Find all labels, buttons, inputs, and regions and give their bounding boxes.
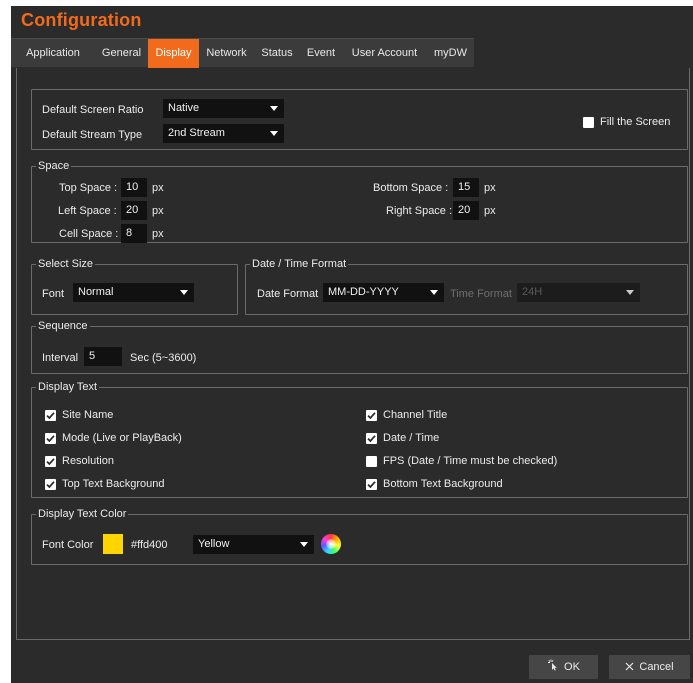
ok-label: OK bbox=[564, 661, 580, 673]
display-text-checkbox[interactable] bbox=[366, 479, 377, 490]
stream-type-value: 2nd Stream bbox=[168, 127, 225, 139]
screen-ratio-value: Native bbox=[168, 102, 200, 114]
date-format-select[interactable]: MM-DD-YYYY bbox=[323, 283, 444, 302]
display-text-color-group: Display Text Color Font Color #ffd400 Ye… bbox=[31, 507, 688, 565]
display-text-option-label: FPS (Date / Time must be checked) bbox=[383, 455, 558, 467]
stream-type-select[interactable]: 2nd Stream bbox=[163, 124, 284, 143]
time-format-value: 24H bbox=[522, 286, 543, 298]
font-color-hex: #ffd400 bbox=[131, 539, 168, 551]
display-text-checkbox[interactable] bbox=[45, 456, 56, 467]
screen-ratio-select[interactable]: Native bbox=[163, 99, 284, 118]
tab-application[interactable]: Application bbox=[11, 39, 95, 68]
display-text-title: Display Text bbox=[36, 380, 100, 394]
cancel-label: Cancel bbox=[639, 661, 674, 673]
tab-network[interactable]: Network bbox=[199, 39, 254, 68]
bottom-space-unit: px bbox=[484, 182, 496, 194]
screen-settings-group: Default Screen Ratio Native Default Stre… bbox=[31, 89, 688, 150]
right-space-unit: px bbox=[484, 205, 496, 217]
right-space-label: Right Space : bbox=[386, 205, 453, 217]
chevron-down-icon bbox=[430, 290, 438, 295]
chevron-down-icon bbox=[270, 131, 278, 136]
display-text-option-label: Resolution bbox=[62, 455, 114, 467]
chevron-down-icon bbox=[180, 290, 188, 295]
date-time-format-title: Date / Time Format bbox=[250, 257, 349, 271]
display-text-checkbox[interactable] bbox=[366, 433, 377, 444]
font-color-label: Font Color bbox=[42, 539, 94, 551]
screen-ratio-label: Default Screen Ratio bbox=[42, 104, 144, 116]
font-color-select[interactable]: Yellow bbox=[193, 535, 314, 554]
left-space-input[interactable]: 20 bbox=[121, 201, 147, 220]
date-format-value: MM-DD-YYYY bbox=[328, 286, 399, 298]
time-format-label: Time Format bbox=[450, 288, 512, 300]
tab-bar: Application General Display Network Stat… bbox=[11, 38, 474, 68]
interval-input[interactable]: 5 bbox=[84, 347, 122, 366]
cell-space-unit: px bbox=[152, 228, 164, 240]
display-text-checkbox[interactable] bbox=[366, 456, 377, 467]
left-space-label: Left Space : bbox=[58, 205, 117, 217]
chevron-down-icon bbox=[300, 542, 308, 547]
tab-event[interactable]: Event bbox=[300, 39, 342, 68]
space-group: Space Top Space : 10 px Left Space : 20 … bbox=[31, 159, 688, 243]
interval-label: Interval bbox=[42, 352, 79, 364]
configuration-window: Configuration Application General Displa… bbox=[11, 6, 693, 683]
tab-mydw[interactable]: myDW bbox=[427, 39, 474, 68]
tab-user-account[interactable]: User Account bbox=[342, 39, 427, 68]
cell-space-label: Cell Space : bbox=[59, 228, 119, 240]
tab-general[interactable]: General bbox=[95, 39, 148, 68]
bottom-space-label: Bottom Space : bbox=[373, 182, 449, 194]
bottom-space-input[interactable]: 15 bbox=[453, 178, 479, 197]
fill-screen-label: Fill the Screen bbox=[600, 116, 671, 128]
display-text-checkbox[interactable] bbox=[45, 479, 56, 490]
close-icon bbox=[625, 656, 634, 680]
select-size-title: Select Size bbox=[36, 257, 96, 271]
display-text-checkbox[interactable] bbox=[45, 410, 56, 421]
right-space-input[interactable]: 20 bbox=[453, 201, 479, 220]
date-format-label: Date Format bbox=[257, 288, 319, 300]
font-color-swatch[interactable] bbox=[103, 534, 123, 554]
font-size-select[interactable]: Normal bbox=[73, 283, 194, 302]
interval-unit: Sec (5~3600) bbox=[130, 352, 197, 364]
select-size-group: Select Size Font Normal bbox=[31, 257, 238, 315]
date-time-format-group: Date / Time Format Date Format MM-DD-YYY… bbox=[245, 257, 688, 315]
time-format-select: 24H bbox=[517, 283, 640, 302]
display-settings-panel: Default Screen Ratio Native Default Stre… bbox=[16, 68, 690, 640]
display-text-option-label: Site Name bbox=[62, 409, 114, 421]
display-text-checkbox[interactable] bbox=[45, 433, 56, 444]
top-space-unit: px bbox=[152, 182, 164, 194]
cell-space-input[interactable]: 8 bbox=[121, 224, 147, 243]
stream-type-label: Default Stream Type bbox=[42, 129, 143, 141]
display-text-color-title: Display Text Color bbox=[36, 507, 129, 521]
left-space-unit: px bbox=[152, 205, 164, 217]
top-space-input[interactable]: 10 bbox=[121, 178, 147, 197]
display-text-option-label: Mode (Live or PlayBack) bbox=[62, 432, 182, 444]
space-group-title: Space bbox=[36, 159, 72, 173]
display-text-option-label: Date / Time bbox=[383, 432, 440, 444]
display-text-option-label: Channel Title bbox=[383, 409, 448, 421]
cancel-button[interactable]: Cancel bbox=[609, 655, 690, 679]
display-text-option-label: Bottom Text Background bbox=[383, 478, 503, 490]
pointer-click-icon bbox=[547, 656, 559, 680]
display-text-option-label: Top Text Background bbox=[62, 478, 165, 490]
tab-status[interactable]: Status bbox=[254, 39, 300, 68]
chevron-down-icon bbox=[270, 106, 278, 111]
top-space-label: Top Space : bbox=[59, 182, 118, 194]
window-title: Configuration bbox=[21, 10, 142, 30]
display-text-group: Display Text Site Name Mode (Live or Play… bbox=[31, 380, 688, 498]
tab-display[interactable]: Display bbox=[148, 39, 199, 68]
color-wheel-icon[interactable] bbox=[321, 534, 341, 554]
font-size-value: Normal bbox=[78, 286, 114, 298]
display-text-checkbox[interactable] bbox=[366, 410, 377, 421]
font-size-label: Font bbox=[42, 288, 65, 300]
font-color-value: Yellow bbox=[198, 538, 230, 550]
ok-button[interactable]: OK bbox=[529, 655, 598, 679]
sequence-group: Sequence Interval 5 Sec (5~3600) bbox=[31, 319, 688, 374]
chevron-down-icon bbox=[626, 290, 634, 295]
sequence-title: Sequence bbox=[36, 319, 90, 333]
fill-screen-checkbox[interactable] bbox=[583, 117, 594, 128]
